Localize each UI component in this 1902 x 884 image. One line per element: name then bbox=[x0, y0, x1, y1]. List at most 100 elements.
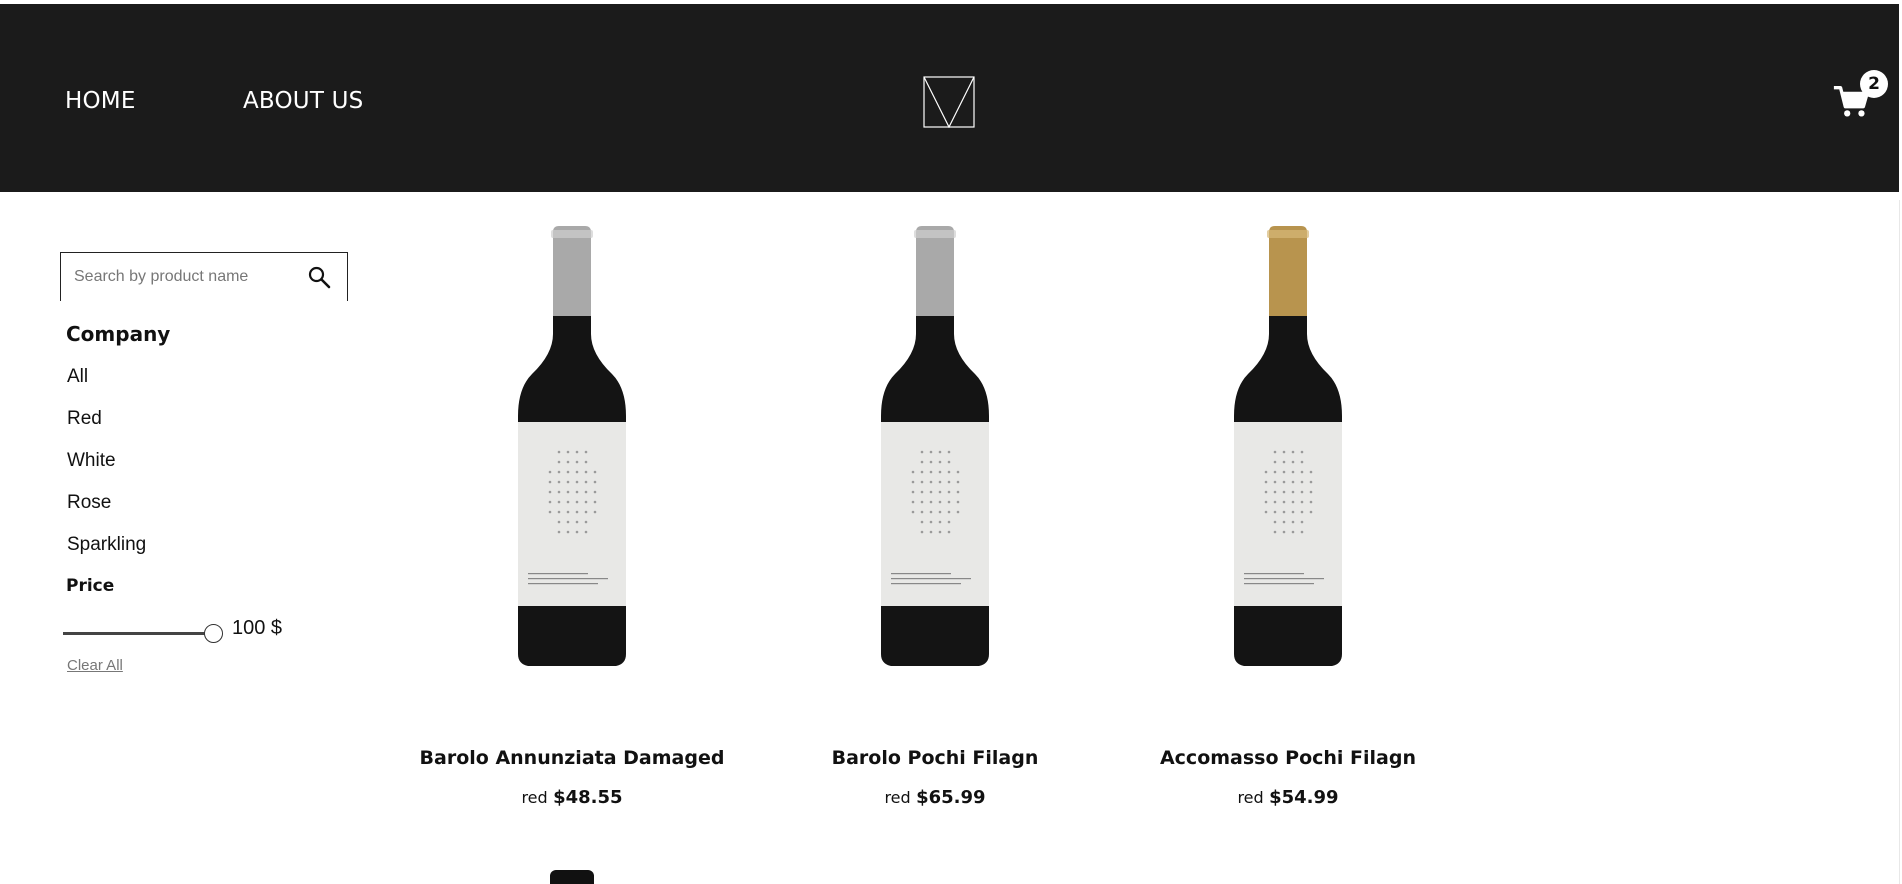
product-category: red bbox=[1237, 788, 1264, 807]
label-dot bbox=[575, 530, 579, 534]
label-dot bbox=[548, 470, 552, 474]
label-dot bbox=[1291, 450, 1295, 454]
wine-bottle-image[interactable] bbox=[775, 226, 1095, 676]
logo-icon[interactable] bbox=[923, 76, 975, 128]
label-dot bbox=[593, 480, 597, 484]
label-dot bbox=[1300, 490, 1304, 494]
label-dot bbox=[947, 450, 951, 454]
label-dot bbox=[1309, 510, 1313, 514]
label-dot bbox=[548, 500, 552, 504]
label-dot bbox=[911, 470, 915, 474]
price-slider-track[interactable] bbox=[63, 632, 215, 635]
label-dot bbox=[929, 510, 933, 514]
label-dot bbox=[920, 530, 924, 534]
wine-bottle-image[interactable] bbox=[550, 870, 594, 884]
label-dot bbox=[938, 450, 942, 454]
category-rose[interactable]: Rose bbox=[67, 492, 111, 514]
label-dot bbox=[584, 530, 588, 534]
clear-all-link[interactable]: Clear All bbox=[67, 657, 123, 674]
label-dot bbox=[938, 500, 942, 504]
product-price: red $54.99 bbox=[1128, 787, 1448, 808]
category-red[interactable]: Red bbox=[67, 408, 102, 430]
label-dot bbox=[566, 480, 570, 484]
label-dot bbox=[1282, 520, 1286, 524]
label-dot bbox=[584, 480, 588, 484]
price-slider-thumb[interactable] bbox=[204, 624, 223, 643]
category-all[interactable]: All bbox=[67, 366, 88, 388]
site-header: HOME ABOUT US 2 bbox=[0, 4, 1899, 192]
label-dot bbox=[584, 500, 588, 504]
price-value: 100 $ bbox=[232, 617, 283, 639]
label-dot bbox=[575, 460, 579, 464]
label-dot bbox=[566, 520, 570, 524]
label-dot bbox=[1291, 490, 1295, 494]
label-dot bbox=[575, 520, 579, 524]
label-dot bbox=[920, 520, 924, 524]
label-dot bbox=[956, 480, 960, 484]
label-dot bbox=[1264, 480, 1268, 484]
label-dot bbox=[1282, 490, 1286, 494]
label-dot bbox=[947, 530, 951, 534]
label-dot bbox=[548, 510, 552, 514]
label-dot bbox=[929, 470, 933, 474]
product-price: red $65.99 bbox=[775, 787, 1095, 808]
product-name[interactable]: Barolo Annunziata Damaged bbox=[412, 747, 732, 769]
label-dot bbox=[584, 490, 588, 494]
label-dot bbox=[1291, 510, 1295, 514]
label-dot bbox=[1282, 480, 1286, 484]
label-dot bbox=[947, 520, 951, 524]
label-dot bbox=[575, 470, 579, 474]
label-dot bbox=[1282, 450, 1286, 454]
label-dot bbox=[1291, 470, 1295, 474]
label-dot bbox=[947, 500, 951, 504]
label-dot bbox=[1309, 470, 1313, 474]
label-dot bbox=[566, 460, 570, 464]
search-input[interactable] bbox=[61, 253, 291, 301]
cart-count-badge: 2 bbox=[1860, 70, 1888, 98]
label-dot bbox=[929, 520, 933, 524]
search-box bbox=[60, 252, 348, 301]
label-dot bbox=[1291, 520, 1295, 524]
label-dot bbox=[1282, 460, 1286, 464]
label-dot bbox=[1264, 490, 1268, 494]
label-dot bbox=[575, 510, 579, 514]
nav-about-link[interactable]: ABOUT US bbox=[243, 88, 363, 114]
label-dot bbox=[584, 470, 588, 474]
label-dot bbox=[938, 520, 942, 524]
label-dot bbox=[1291, 500, 1295, 504]
label-dot bbox=[566, 450, 570, 454]
product-amount: $48.55 bbox=[553, 787, 623, 808]
wine-bottle-image[interactable] bbox=[412, 226, 732, 676]
label-dot bbox=[938, 460, 942, 464]
wine-bottle-image[interactable] bbox=[1128, 226, 1448, 676]
category-sparkling[interactable]: Sparkling bbox=[67, 534, 146, 556]
label-dot bbox=[1273, 470, 1277, 474]
label-dot bbox=[1282, 500, 1286, 504]
label-dot bbox=[1309, 500, 1313, 504]
cart-button[interactable]: 2 bbox=[1832, 70, 1892, 120]
label-dot bbox=[956, 510, 960, 514]
label-dot bbox=[911, 490, 915, 494]
label-dot bbox=[1273, 510, 1277, 514]
label-dot bbox=[911, 500, 915, 504]
label-dot bbox=[947, 470, 951, 474]
label-dot bbox=[920, 490, 924, 494]
product-name[interactable]: Barolo Pochi Filagn bbox=[775, 747, 1095, 769]
label-dot bbox=[920, 500, 924, 504]
label-dot bbox=[566, 510, 570, 514]
nav-home-link[interactable]: HOME bbox=[65, 88, 136, 114]
label-dot bbox=[929, 450, 933, 454]
label-dot bbox=[575, 480, 579, 484]
label-dot bbox=[920, 480, 924, 484]
search-icon[interactable] bbox=[307, 265, 331, 289]
label-dot bbox=[1291, 480, 1295, 484]
label-dot bbox=[584, 450, 588, 454]
label-dot bbox=[947, 510, 951, 514]
label-dot bbox=[920, 510, 924, 514]
product-name[interactable]: Accomasso Pochi Filagn bbox=[1128, 747, 1448, 769]
label-dot bbox=[1282, 510, 1286, 514]
label-dot bbox=[593, 500, 597, 504]
label-dot bbox=[1309, 480, 1313, 484]
category-white[interactable]: White bbox=[67, 450, 116, 472]
price-filter-title: Price bbox=[66, 576, 115, 596]
